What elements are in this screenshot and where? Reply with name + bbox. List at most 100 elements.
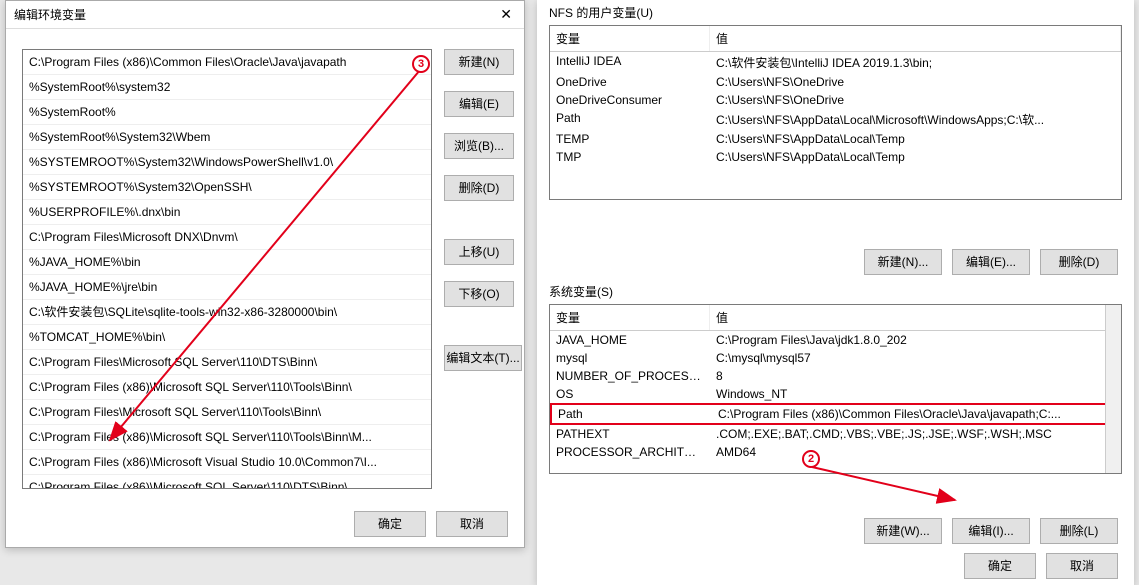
sys-button-row: 新建(W)... 编辑(I)... 删除(L) <box>864 518 1118 544</box>
var-name: OneDriveConsumer <box>550 91 710 109</box>
var-value: AMD64 <box>710 443 1121 461</box>
browse-button[interactable]: 浏览(B)... <box>444 133 514 159</box>
table-row[interactable]: PathC:\Program Files (x86)\Common Files\… <box>550 403 1121 425</box>
annotation-3: 3 <box>412 55 430 73</box>
env-vars-dialog: NFS 的用户变量(U) 变量 值 IntelliJ IDEAC:\软件安装包\… <box>537 0 1134 585</box>
col-var: 变量 <box>550 305 710 330</box>
path-item[interactable]: C:\Program Files (x86)\Microsoft SQL Ser… <box>23 475 431 489</box>
ok-button[interactable]: 确定 <box>354 511 426 537</box>
table-row[interactable]: IntelliJ IDEAC:\软件安装包\IntelliJ IDEA 2019… <box>550 52 1121 73</box>
path-item[interactable]: %SystemRoot%\System32\Wbem <box>23 125 431 150</box>
path-list[interactable]: C:\Program Files (x86)\Common Files\Orac… <box>22 49 432 489</box>
sys-edit-button[interactable]: 编辑(I)... <box>952 518 1030 544</box>
sys-section-label: 系统变量(S) <box>549 283 1134 300</box>
path-item[interactable]: C:\Program Files (x86)\Common Files\Orac… <box>23 50 431 75</box>
edit-env-var-dialog: 编辑环境变量 ✕ C:\Program Files (x86)\Common F… <box>5 0 525 548</box>
system-vars-table[interactable]: 变量 值 JAVA_HOMEC:\Program Files\Java\jdk1… <box>549 304 1122 474</box>
var-value: C:\软件安装包\IntelliJ IDEA 2019.1.3\bin; <box>710 52 1121 73</box>
title-bar: 编辑环境变量 ✕ <box>6 1 524 29</box>
close-icon[interactable]: ✕ <box>496 6 516 23</box>
path-item[interactable]: %TOMCAT_HOME%\bin\ <box>23 325 431 350</box>
var-name: PROCESSOR_ARCHITECT... <box>550 443 710 461</box>
var-value: C:\Users\NFS\AppData\Local\Temp <box>710 130 1121 148</box>
scrollbar[interactable] <box>1105 305 1121 473</box>
sys-delete-button[interactable]: 删除(L) <box>1040 518 1118 544</box>
table-row[interactable]: PathC:\Users\NFS\AppData\Local\Microsoft… <box>550 109 1121 130</box>
user-vars-table[interactable]: 变量 值 IntelliJ IDEAC:\软件安装包\IntelliJ IDEA… <box>549 25 1122 200</box>
user-section-label: NFS 的用户变量(U) <box>549 4 1134 21</box>
path-item[interactable]: %JAVA_HOME%\jre\bin <box>23 275 431 300</box>
user-delete-button[interactable]: 删除(D) <box>1040 249 1118 275</box>
button-column: 新建(N) 编辑(E) 浏览(B)... 删除(D) 上移(U) 下移(O) 编… <box>444 49 522 371</box>
move-up-button[interactable]: 上移(U) <box>444 239 514 265</box>
var-value: .COM;.EXE;.BAT;.CMD;.VBS;.VBE;.JS;.JSE;.… <box>710 425 1121 443</box>
var-value: C:\Users\NFS\OneDrive <box>710 73 1121 91</box>
path-item[interactable]: C:\软件安装包\SQLite\sqlite-tools-win32-x86-3… <box>23 300 431 325</box>
path-item[interactable]: C:\Program Files (x86)\Microsoft SQL Ser… <box>23 375 431 400</box>
edit-button[interactable]: 编辑(E) <box>444 91 514 117</box>
user-edit-button[interactable]: 编辑(E)... <box>952 249 1030 275</box>
dialog-footer: 确定 取消 <box>964 553 1118 579</box>
var-name: mysql <box>550 349 710 367</box>
sys-new-button[interactable]: 新建(W)... <box>864 518 942 544</box>
ok-button[interactable]: 确定 <box>964 553 1036 579</box>
move-down-button[interactable]: 下移(O) <box>444 281 514 307</box>
cancel-button[interactable]: 取消 <box>436 511 508 537</box>
dialog-footer: 确定 取消 <box>354 511 508 537</box>
path-item[interactable]: C:\Program Files\Microsoft SQL Server\11… <box>23 350 431 375</box>
var-name: Path <box>550 109 710 130</box>
var-value: C:\Program Files\Java\jdk1.8.0_202 <box>710 331 1121 349</box>
path-item[interactable]: %USERPROFILE%\.dnx\bin <box>23 200 431 225</box>
var-name: OS <box>550 385 710 403</box>
system-vars-section: 系统变量(S) 变量 值 JAVA_HOMEC:\Program Files\J… <box>537 283 1134 548</box>
edit-text-button[interactable]: 编辑文本(T)... <box>444 345 522 371</box>
var-name: TMP <box>550 148 710 166</box>
path-item[interactable]: C:\Program Files (x86)\Microsoft Visual … <box>23 450 431 475</box>
var-value: C:\mysql\mysql57 <box>710 349 1121 367</box>
table-row[interactable]: PATHEXT.COM;.EXE;.BAT;.CMD;.VBS;.VBE;.JS… <box>550 425 1121 443</box>
col-val: 值 <box>710 26 1121 51</box>
var-value: C:\Users\NFS\AppData\Local\Temp <box>710 148 1121 166</box>
table-row[interactable]: mysqlC:\mysql\mysql57 <box>550 349 1121 367</box>
table-row[interactable]: OneDriveC:\Users\NFS\OneDrive <box>550 73 1121 91</box>
var-name: PATHEXT <box>550 425 710 443</box>
path-item[interactable]: C:\Program Files\Microsoft DNX\Dnvm\ <box>23 225 431 250</box>
user-vars-section: NFS 的用户变量(U) 变量 值 IntelliJ IDEAC:\软件安装包\… <box>537 4 1134 279</box>
path-item[interactable]: %SystemRoot%\system32 <box>23 75 431 100</box>
dialog-title: 编辑环境变量 <box>14 6 86 23</box>
var-value: C:\Users\NFS\OneDrive <box>710 91 1121 109</box>
delete-button[interactable]: 删除(D) <box>444 175 514 201</box>
var-name: OneDrive <box>550 73 710 91</box>
table-row[interactable]: TMPC:\Users\NFS\AppData\Local\Temp <box>550 148 1121 166</box>
table-row[interactable]: PROCESSOR_ARCHITECT...AMD64 <box>550 443 1121 461</box>
path-item[interactable]: %JAVA_HOME%\bin <box>23 250 431 275</box>
table-header: 变量 值 <box>550 26 1121 52</box>
table-row[interactable]: OneDriveConsumerC:\Users\NFS\OneDrive <box>550 91 1121 109</box>
table-header: 变量 值 <box>550 305 1121 331</box>
var-value: Windows_NT <box>710 385 1121 403</box>
var-value: C:\Users\NFS\AppData\Local\Microsoft\Win… <box>710 109 1121 130</box>
col-var: 变量 <box>550 26 710 51</box>
table-row[interactable]: TEMPC:\Users\NFS\AppData\Local\Temp <box>550 130 1121 148</box>
var-name: TEMP <box>550 130 710 148</box>
table-row[interactable]: JAVA_HOMEC:\Program Files\Java\jdk1.8.0_… <box>550 331 1121 349</box>
path-item[interactable]: %SYSTEMROOT%\System32\WindowsPowerShell\… <box>23 150 431 175</box>
var-name: IntelliJ IDEA <box>550 52 710 73</box>
path-item[interactable]: C:\Program Files\Microsoft SQL Server\11… <box>23 400 431 425</box>
table-row[interactable]: OSWindows_NT <box>550 385 1121 403</box>
table-row[interactable]: NUMBER_OF_PROCESSORS8 <box>550 367 1121 385</box>
user-button-row: 新建(N)... 编辑(E)... 删除(D) <box>864 249 1118 275</box>
path-item[interactable]: %SystemRoot% <box>23 100 431 125</box>
path-item[interactable]: C:\Program Files (x86)\Microsoft SQL Ser… <box>23 425 431 450</box>
path-item[interactable]: %SYSTEMROOT%\System32\OpenSSH\ <box>23 175 431 200</box>
user-new-button[interactable]: 新建(N)... <box>864 249 942 275</box>
col-val: 值 <box>710 305 1121 330</box>
cancel-button[interactable]: 取消 <box>1046 553 1118 579</box>
var-value: C:\Program Files (x86)\Common Files\Orac… <box>712 405 1119 423</box>
var-name: JAVA_HOME <box>550 331 710 349</box>
var-name: NUMBER_OF_PROCESSORS <box>550 367 710 385</box>
var-value: 8 <box>710 367 1121 385</box>
var-name: Path <box>552 405 712 423</box>
new-button[interactable]: 新建(N) <box>444 49 514 75</box>
annotation-2: 2 <box>802 450 820 468</box>
